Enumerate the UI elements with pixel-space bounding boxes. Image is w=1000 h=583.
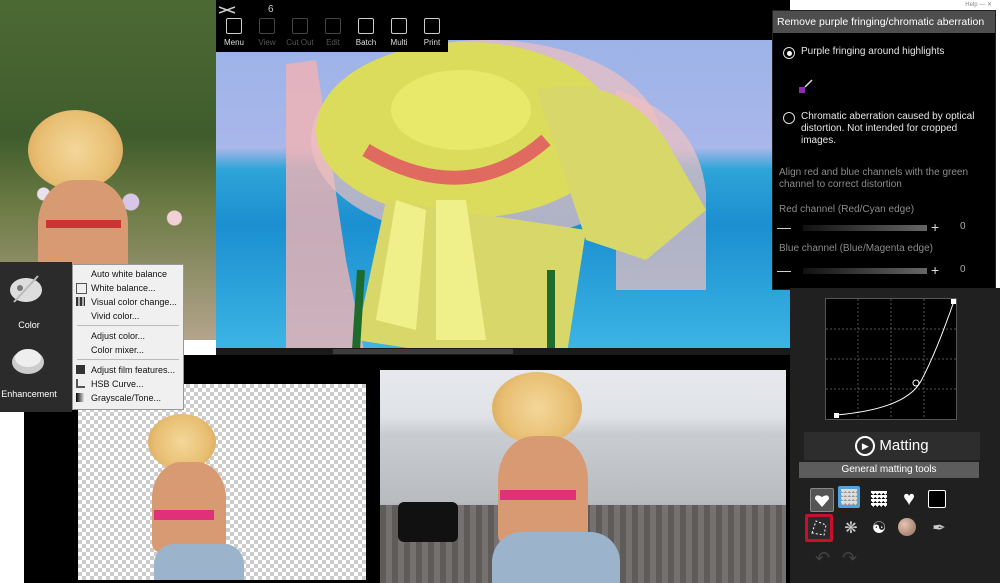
curve-editor[interactable] xyxy=(825,298,957,420)
red-plus-button[interactable]: + xyxy=(931,219,939,235)
palette-icon[interactable] xyxy=(8,270,44,306)
purple-fringing-radio[interactable] xyxy=(783,47,795,59)
blob-icon[interactable]: ❋ xyxy=(840,518,862,540)
menu-icon xyxy=(226,18,242,34)
menu-item-vivid-color[interactable]: Vivid color... xyxy=(91,310,139,322)
matting-subject xyxy=(286,40,706,348)
category-panel: Color Enhancement xyxy=(0,262,72,412)
color-adjust-menu: Auto white balance White balance... Visu… xyxy=(72,264,184,410)
heart-icon xyxy=(292,18,308,34)
batch-icon xyxy=(358,18,374,34)
toolbar-cutout-button[interactable]: Cut Out xyxy=(282,18,318,50)
menu-item-auto-white-balance[interactable]: Auto white balance xyxy=(91,268,167,280)
cutout-back xyxy=(152,462,226,552)
blue-channel-label: Blue channel (Blue/Magenta edge) xyxy=(779,243,933,254)
chromatic-aberration-radio[interactable] xyxy=(783,112,795,124)
lasso-icon[interactable] xyxy=(805,514,833,542)
redo-icon[interactable]: ↷ xyxy=(842,548,857,569)
chromatic-aberration-label: Chromatic aberration caused by optical d… xyxy=(801,111,975,146)
checker-icon[interactable] xyxy=(838,486,860,508)
chromatic-aberration-dialog: Remove purple fringing/chromatic aberrat… xyxy=(772,10,996,290)
toolbar-batch-button[interactable]: Batch xyxy=(348,18,384,50)
straw-hat xyxy=(28,110,123,190)
cutout-bikini xyxy=(154,510,214,520)
toolbar-print-button[interactable]: Print xyxy=(414,18,450,50)
toolbar-buttons: Menu View Cut Out Edit Batch Multi Print xyxy=(216,0,448,52)
scrollbar-thumb[interactable] xyxy=(333,349,513,354)
menu-item-adjust-film-features[interactable]: Adjust film features... xyxy=(91,364,175,376)
menu-item-white-balance[interactable]: White balance... xyxy=(91,282,156,294)
help-button[interactable]: Help xyxy=(965,2,977,8)
bikini-strap xyxy=(46,220,121,228)
play-icon: ▶ xyxy=(855,436,876,457)
film-icon xyxy=(76,365,85,374)
mooring-bollard xyxy=(398,502,458,542)
red-minus-button[interactable]: — xyxy=(777,219,791,235)
heart-icon[interactable]: ♥ xyxy=(898,488,920,510)
menu-separator xyxy=(77,325,179,326)
red-slider-track[interactable] xyxy=(803,225,927,231)
matting-button[interactable]: ▶ Matting xyxy=(804,432,980,460)
category-enhancement[interactable]: Enhancement xyxy=(0,389,58,399)
menu-separator xyxy=(77,359,179,360)
blue-plus-button[interactable]: + xyxy=(931,262,939,278)
menu-item-adjust-color[interactable]: Adjust color... xyxy=(91,330,145,342)
red-channel-value: 0 xyxy=(960,221,966,232)
toolbar-multi-button[interactable]: Multi xyxy=(381,18,417,50)
curve-graph[interactable] xyxy=(826,299,956,419)
compact-icon[interactable] xyxy=(8,342,48,378)
menu-item-hsb-curve[interactable]: HSB Curve... xyxy=(91,378,144,390)
menu-item-visual-color-change[interactable]: Visual color change... xyxy=(91,296,177,308)
ball-icon[interactable] xyxy=(898,518,916,536)
undo-icon[interactable]: ↶ xyxy=(815,548,830,569)
red-channel-label: Red channel (Red/Cyan edge) xyxy=(779,204,915,215)
heart-outline-icon[interactable] xyxy=(810,488,834,512)
eyedropper-icon[interactable] xyxy=(799,79,813,93)
woman-figure xyxy=(28,110,138,290)
dialog-title: Remove purple fringing/chromatic aberrat… xyxy=(773,11,995,33)
curve-icon xyxy=(76,379,85,388)
general-matting-tools-header: General matting tools xyxy=(799,462,979,478)
toolbar-edit-button[interactable]: Edit xyxy=(315,18,351,50)
square-icon[interactable] xyxy=(928,490,946,508)
minimize-button[interactable]: — xyxy=(979,2,985,8)
menu-item-color-mixer[interactable]: Color mixer... xyxy=(91,344,144,356)
red-channel-slider[interactable]: — + 0 xyxy=(777,219,967,235)
brush-icon xyxy=(325,18,341,34)
feather-icon[interactable]: ✒ xyxy=(928,518,950,540)
purple-fringing-label: Purple fringing around highlights xyxy=(801,46,945,57)
checker-dark-icon[interactable] xyxy=(868,488,890,510)
category-color[interactable]: Color xyxy=(0,320,58,330)
window-controls: Help — ✕ xyxy=(842,1,992,9)
beach-composite-preview xyxy=(380,370,786,583)
composite-woman xyxy=(480,372,620,583)
blue-minus-button[interactable]: — xyxy=(777,262,791,278)
image-canvas[interactable] xyxy=(216,40,790,348)
cutout-woman xyxy=(148,414,258,580)
composite-hat xyxy=(492,372,582,444)
composite-skirt xyxy=(492,532,620,583)
align-description: Align red and blue channels with the gre… xyxy=(779,167,969,190)
menu-item-grayscale-tone[interactable]: Grayscale/Tone... xyxy=(91,392,161,404)
composite-bikini xyxy=(500,490,576,500)
yin-yang-icon[interactable]: ☯ xyxy=(868,518,890,540)
cutout-skirt xyxy=(154,544,244,580)
grid-icon xyxy=(76,297,85,306)
printer-icon xyxy=(424,18,440,34)
blue-slider-track[interactable] xyxy=(803,268,927,274)
toolbar-view-button[interactable]: View xyxy=(249,18,285,50)
toolbar-menu-button[interactable]: Menu xyxy=(216,18,252,50)
tone-icon xyxy=(76,393,85,402)
white-balance-icon xyxy=(76,283,87,294)
eye-icon xyxy=(259,18,275,34)
transparent-cutout-preview xyxy=(78,384,366,580)
blue-channel-value: 0 xyxy=(960,264,966,275)
close-button[interactable]: ✕ xyxy=(987,2,992,8)
blue-channel-slider[interactable]: — + 0 xyxy=(777,262,967,278)
multi-icon xyxy=(391,18,407,34)
